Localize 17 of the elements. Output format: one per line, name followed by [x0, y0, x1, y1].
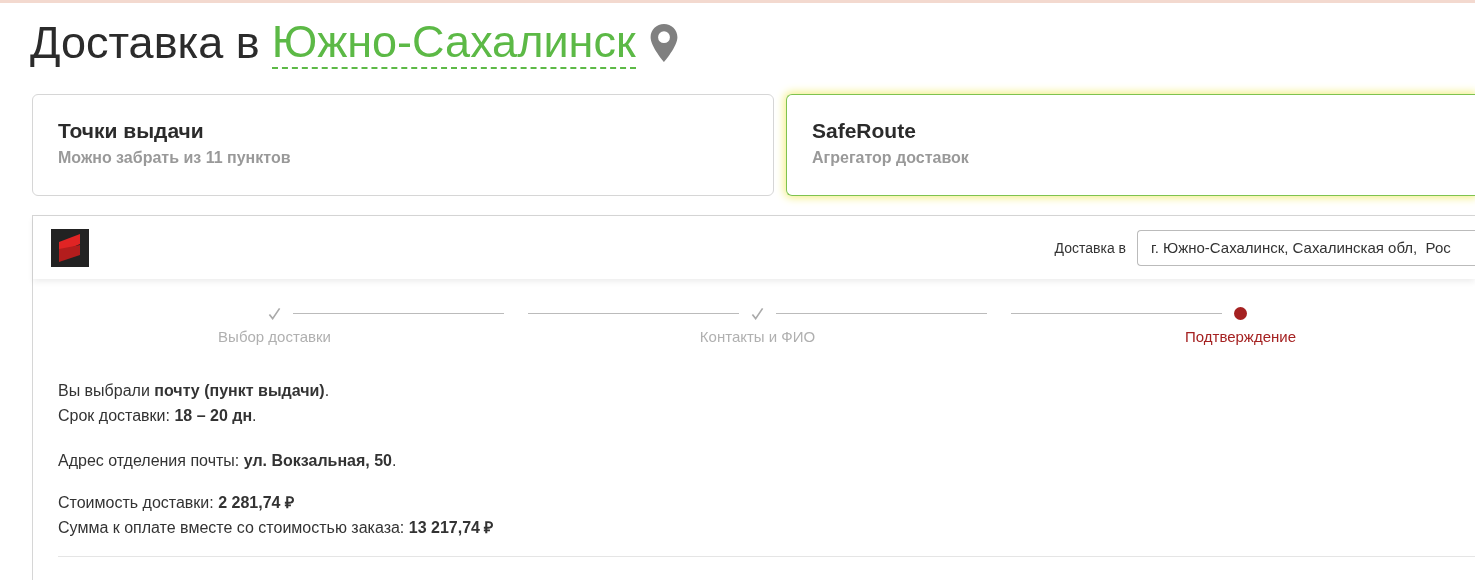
option-subtitle: Можно забрать из 11 пунктов: [58, 149, 292, 167]
summary-text: Срок доставки: 18 – 20 дн.: [58, 406, 258, 426]
address-field[interactable]: г. Южно-Сахалинск, Сахалинская обл, Рос: [1137, 229, 1475, 266]
summary-text: Адрес отделения почты: ул. Вокзальная, 50.: [58, 451, 398, 471]
summary-text: Сумма к оплате вместе со стоимостью заказа: 13 217,74 ₽: [58, 518, 495, 538]
delivery-option-card[interactable]: SafeRoute Агрегатор доставок: [786, 94, 1475, 196]
step-label[interactable]: Подтверждение: [1184, 328, 1296, 345]
delivery-option-card[interactable]: Точки выдачи Можно забрать из 11 пунктов: [32, 94, 774, 196]
summary-text: Вы выбрали почту (пункт выдачи).: [58, 381, 331, 401]
map-pin-icon: [649, 24, 678, 62]
summary-text: Стоимость доставки: 2 281,74 ₽: [58, 493, 295, 513]
page-title: Доставка в: [30, 17, 260, 69]
logo-icon: [51, 228, 89, 267]
address-label: Доставка в: [1054, 239, 1126, 256]
option-title: SafeRoute: [812, 119, 917, 143]
option-subtitle: Агрегатор доставок: [812, 149, 970, 167]
option-title: Точки выдачи: [58, 119, 205, 143]
